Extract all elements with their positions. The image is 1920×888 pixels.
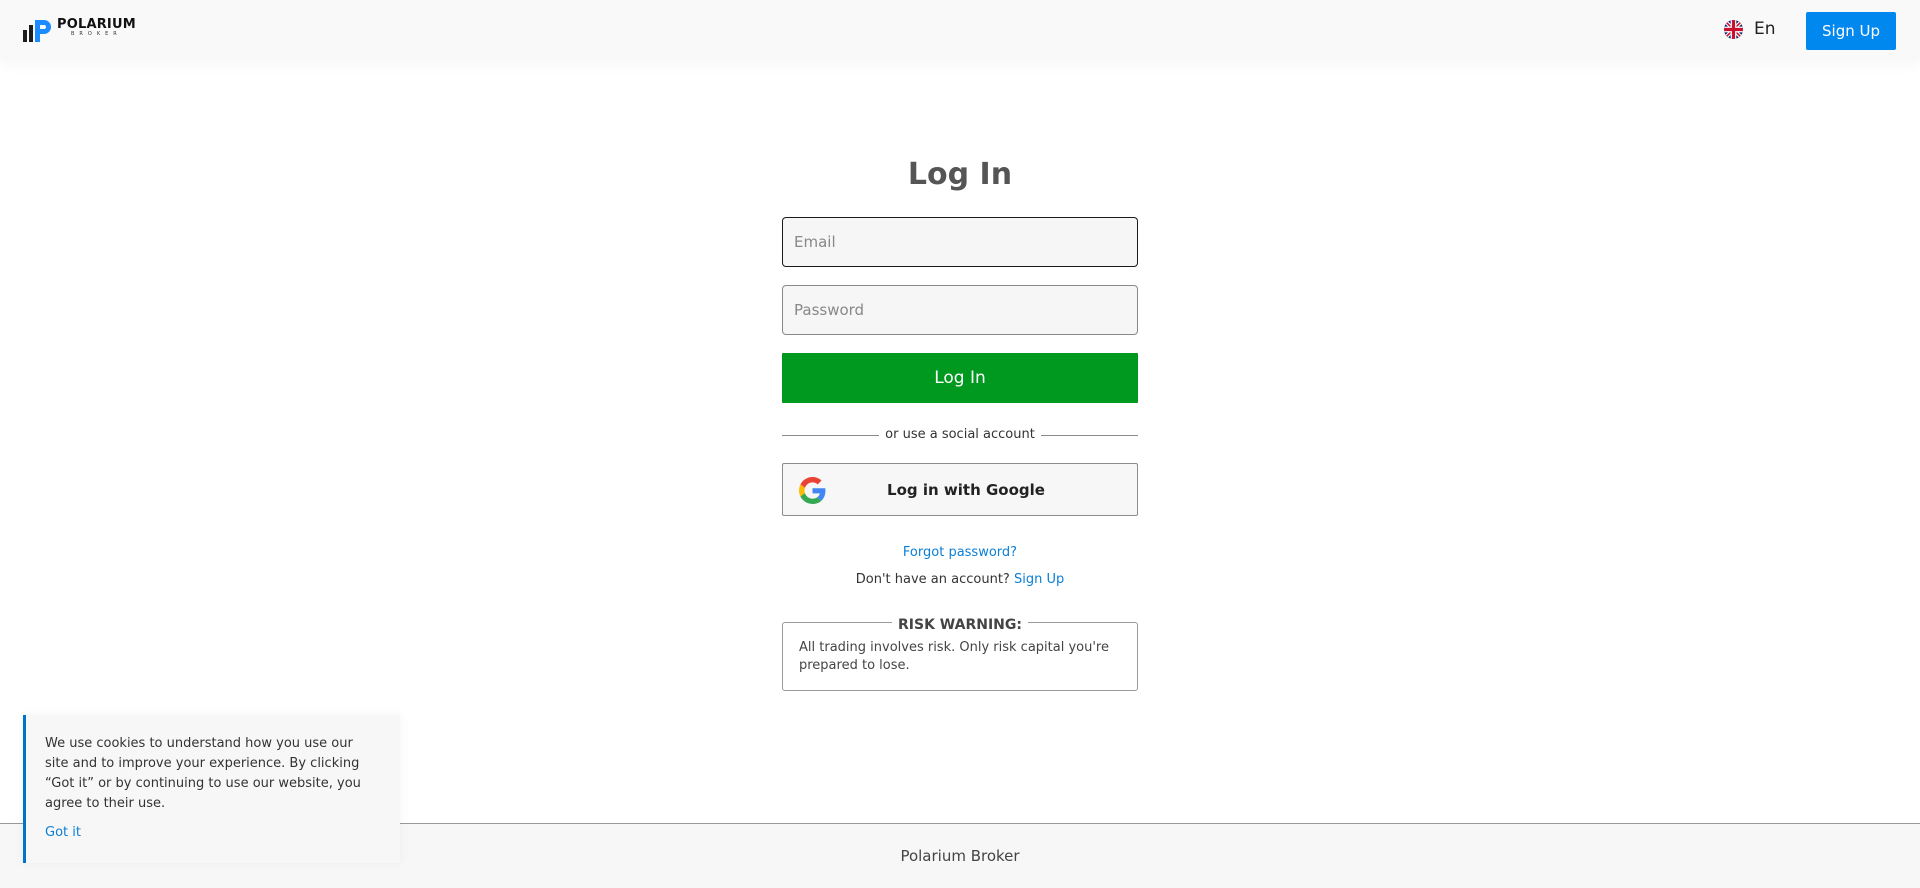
- risk-text: All trading involves risk. Only risk cap…: [799, 640, 1109, 673]
- google-login-button[interactable]: Log in with Google: [782, 463, 1138, 516]
- risk-warning-box: RISK WARNING: All trading involves risk.…: [782, 617, 1138, 691]
- email-input[interactable]: [782, 217, 1138, 267]
- page-title: Log In: [907, 157, 1013, 192]
- no-account-row: Don't have an account? Sign Up: [782, 572, 1138, 587]
- language-label: En: [1754, 19, 1776, 39]
- risk-title: RISK WARNING:: [892, 617, 1028, 633]
- cookie-text: We use cookies to understand how you use…: [45, 736, 361, 811]
- risk-title-wrap: RISK WARNING:: [783, 614, 1137, 633]
- divider-text-wrap: or use a social account: [782, 427, 1138, 442]
- google-login-label: Log in with Google: [887, 481, 1045, 499]
- polarium-logo-icon: [23, 18, 55, 42]
- login-button[interactable]: Log In: [782, 353, 1138, 403]
- social-divider: or use a social account: [782, 425, 1138, 445]
- logo-name: POLARIUM: [57, 17, 136, 32]
- no-account-text: Don't have an account?: [855, 572, 1010, 587]
- cookie-banner: We use cookies to understand how you use…: [23, 715, 400, 863]
- logo-subtitle: BROKER: [71, 31, 122, 37]
- signup-link[interactable]: Sign Up: [1014, 572, 1064, 587]
- brand-logo[interactable]: POLARIUM BROKER: [23, 18, 136, 42]
- language-selector[interactable]: En: [1724, 19, 1776, 39]
- cookie-accept-button[interactable]: Got it: [45, 825, 81, 840]
- password-input[interactable]: [782, 285, 1138, 335]
- divider-text: or use a social account: [879, 427, 1041, 442]
- logo-text: POLARIUM BROKER: [57, 18, 136, 37]
- forgot-password-link[interactable]: Forgot password?: [782, 545, 1138, 560]
- header: POLARIUM BROKER En Sign Up: [0, 0, 1920, 60]
- uk-flag-icon: [1724, 19, 1743, 39]
- header-signup-button[interactable]: Sign Up: [1806, 12, 1896, 50]
